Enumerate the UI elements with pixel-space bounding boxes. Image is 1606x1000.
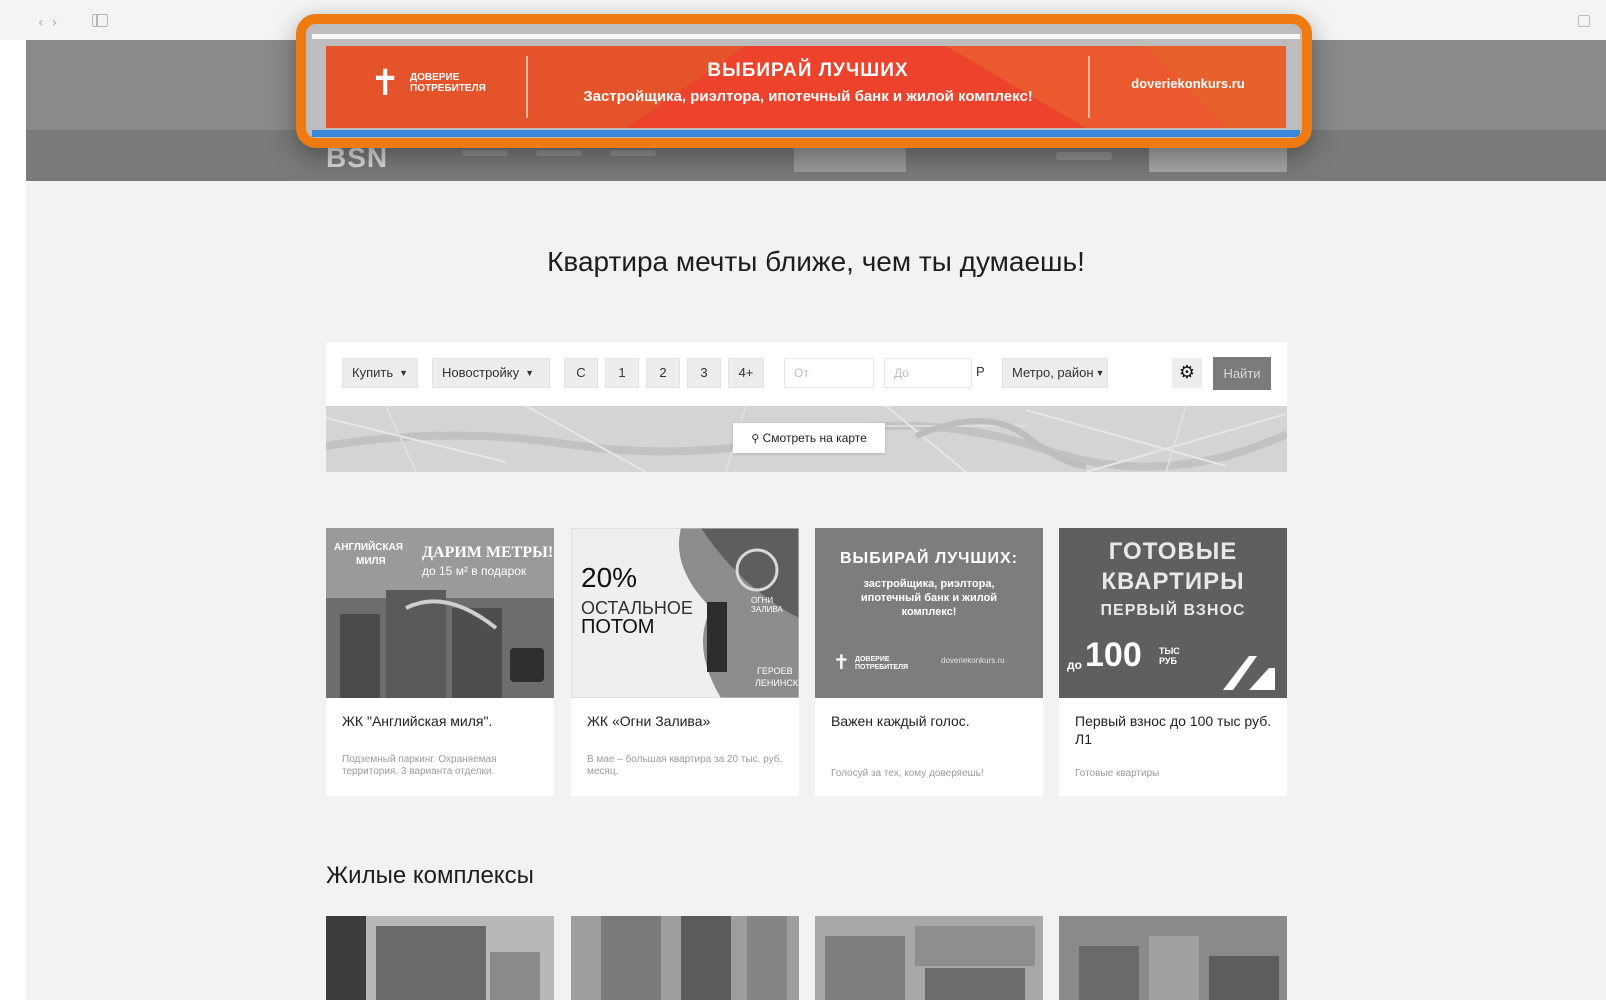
promo-unit1: ТЫС xyxy=(1159,646,1180,656)
map-preview[interactable]: ⚲ Смотреть на карте xyxy=(326,406,1287,472)
banner-url[interactable]: doveriekonkurs.ru xyxy=(1090,76,1286,91)
promo-image: ГОТОВЫЕ КВАРТИРЫ ПЕРВЫЙ ВЗНОС до 100 ТЫС… xyxy=(1059,528,1287,698)
promo-brand-top: АНГЛИЙСКАЯ xyxy=(334,542,403,553)
sidebar-toggle-icon[interactable] xyxy=(92,14,108,27)
promo-description: Готовые квартиры xyxy=(1075,768,1160,779)
rooms-4plus-button[interactable]: 4+ xyxy=(728,358,764,388)
promo-description: Подземный паркинг. Охраняемая территория… xyxy=(342,754,497,777)
header-action-button[interactable] xyxy=(1149,146,1287,172)
chevron-down-icon: ▼ xyxy=(1095,368,1105,378)
complex-card[interactable] xyxy=(571,916,799,1000)
location-label: Метро, район xyxy=(1012,365,1094,380)
highlight-top-strip xyxy=(312,34,1300,39)
promo-title[interactable]: ЖК «Огни Залива» xyxy=(587,712,787,730)
promo-place1: ГЕРОЕВ xyxy=(757,666,793,676)
price-from-input[interactable]: От xyxy=(784,358,874,388)
rooms-3-button[interactable]: 3 xyxy=(687,358,721,388)
header-link[interactable] xyxy=(1056,152,1112,160)
promo-headline1: ГОТОВЫЕ xyxy=(1108,538,1238,565)
banner-logo-text: ДОВЕРИЕ ПОТРЕБИТЕЛЯ xyxy=(410,72,486,94)
promo-headline2: КВАРТИРЫ xyxy=(1101,568,1245,595)
header-nav xyxy=(462,150,656,156)
page-headline: Квартира мечты ближе, чем ты думаешь! xyxy=(547,246,1085,277)
banner-title: ВЫБИРАЙ ЛУЧШИХ xyxy=(707,60,909,81)
promo-url: doveriekonkurs.ru xyxy=(941,656,1005,665)
promo-card[interactable]: ГОТОВЫЕ КВАРТИРЫ ПЕРВЫЙ ВЗНОС до 100 ТЫС… xyxy=(1059,528,1287,796)
page: BSN Квартира мечты ближе, чем ты думаешь… xyxy=(26,40,1606,1000)
back-icon[interactable]: ‹ xyxy=(38,15,44,31)
header-nav-item[interactable] xyxy=(610,150,656,156)
price-to-input[interactable]: До xyxy=(884,358,972,388)
promo-headline: ДАРИМ МЕТРЫ! xyxy=(422,544,554,561)
promo-brand: ОГНИ ЗАЛИВА xyxy=(751,596,783,614)
forward-icon[interactable]: › xyxy=(52,15,58,31)
promo-brand-bottom: МИЛЯ xyxy=(356,556,386,567)
property-type-select[interactable]: Новостройку ▼ xyxy=(432,358,550,388)
deal-type-select[interactable]: Купить ▼ xyxy=(342,358,418,388)
ad-banner[interactable]: ✝ ДОВЕРИЕ ПОТРЕБИТЕЛЯ ВЫБИРАЙ ЛУЧШИХ Зас… xyxy=(326,46,1286,128)
promo-amount: 100 xyxy=(1085,636,1142,674)
gear-icon[interactable]: ⚙ xyxy=(1172,358,1202,388)
find-button[interactable]: Найти xyxy=(1213,357,1271,390)
promo-logo-text: ДОВЕРИЕ ПОТРЕБИТЕЛЯ xyxy=(855,656,909,671)
promo-title[interactable]: Важен каждый голос. xyxy=(831,712,1031,730)
trophy-figure-icon: ✝ xyxy=(370,63,401,104)
promo-card[interactable]: 20% ОСТАЛЬНОЕ ПОТОМ ОГНИ ЗАЛИВА ГЕРОЕВ Л… xyxy=(571,528,799,796)
promo-card[interactable]: АНГЛИЙСКАЯ МИЛЯ ДАРИМ МЕТРЫ! до 15 м² в … xyxy=(326,528,554,796)
header-nav-item[interactable] xyxy=(536,150,582,156)
browser-nav: ‹ › xyxy=(38,15,57,31)
promo-description: В мае – большая квартира за 20 тыс. руб.… xyxy=(587,754,783,777)
deal-type-label: Купить xyxy=(352,365,394,380)
trophy-figure-icon: ✝ xyxy=(833,650,850,674)
promo-prefix: до xyxy=(1067,658,1082,672)
promo-subline: до 15 м² в подарок xyxy=(422,564,527,578)
map-pin-icon: ⚲ xyxy=(751,432,760,445)
search-bar: Купить ▼ Новостройку ▼ С 1 2 3 4+ От До Р … xyxy=(326,342,1287,406)
promo-title[interactable]: ЖК "Английская миля". xyxy=(342,712,542,730)
promo-subline3: комплекс! xyxy=(901,606,957,618)
promo-subline2: ипотечный банк и жилой xyxy=(860,592,998,604)
window-tabs-icon[interactable] xyxy=(1578,15,1590,27)
location-select[interactable]: Метро, район ▼ xyxy=(1002,358,1108,388)
currency-label: Р xyxy=(976,364,985,379)
rooms-studio-button[interactable]: С xyxy=(564,358,598,388)
promo-image: ВЫБИРАЙ ЛУЧШИХ: застройщика, риэлтора, и… xyxy=(815,528,1043,698)
view-on-map-button[interactable]: ⚲ Смотреть на карте xyxy=(733,423,885,453)
property-type-label: Новостройку xyxy=(442,365,520,380)
banner-subtitle: Застройщика, риэлтора, ипотечный банк и … xyxy=(583,88,1033,105)
promo-card[interactable]: ВЫБИРАЙ ЛУЧШИХ: застройщика, риэлтора, и… xyxy=(815,528,1043,796)
view-on-map-label: Смотреть на карте xyxy=(762,431,867,445)
promo-headline: ВЫБИРАЙ ЛУЧШИХ: xyxy=(840,550,1018,567)
promo-place2: ЛЕНИНСКИЙ xyxy=(755,678,799,688)
complex-card[interactable] xyxy=(815,916,1043,1000)
promo-headline3: ПЕРВЫЙ ВЗНОС xyxy=(1100,602,1246,619)
promo-description: Голосуй за тех, кому доверяешь! xyxy=(831,768,984,779)
brand-logo-icon xyxy=(1223,656,1275,690)
highlight-blue-strip xyxy=(312,130,1300,137)
complex-card[interactable] xyxy=(1059,916,1287,1000)
promo-title[interactable]: Первый взнос до 100 тыс руб. Л1 xyxy=(1075,712,1275,748)
complexes-section-title: Жилые комплексы xyxy=(326,862,534,889)
chevron-down-icon: ▼ xyxy=(525,368,535,378)
promo-unit2: РУБ xyxy=(1159,656,1177,666)
promo-image: АНГЛИЙСКАЯ МИЛЯ ДАРИМ МЕТРЫ! до 15 м² в … xyxy=(326,528,554,698)
complex-card[interactable] xyxy=(326,916,554,1000)
promo-image: 20% ОСТАЛЬНОЕ ПОТОМ ОГНИ ЗАЛИВА ГЕРОЕВ Л… xyxy=(571,528,799,698)
header-nav-item[interactable] xyxy=(462,150,508,156)
promo-rest-line2: ПОТОМ xyxy=(581,616,655,638)
highlighted-ad-frame: ✝ ДОВЕРИЕ ПОТРЕБИТЕЛЯ ВЫБИРАЙ ЛУЧШИХ Зас… xyxy=(296,14,1312,148)
rooms-2-button[interactable]: 2 xyxy=(646,358,680,388)
chevron-down-icon: ▼ xyxy=(399,368,409,378)
header-button[interactable] xyxy=(794,148,906,172)
rooms-1-button[interactable]: 1 xyxy=(605,358,639,388)
promo-subline1: застройщика, риэлтора, xyxy=(863,578,995,590)
promo-percent: 20% xyxy=(581,562,638,593)
